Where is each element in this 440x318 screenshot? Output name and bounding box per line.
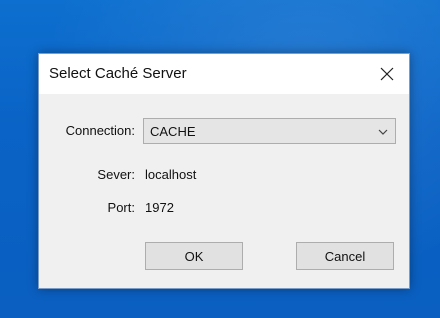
connection-label: Connection: — [65, 123, 135, 138]
select-server-dialog: Select Caché Server Connection: CACHE Se… — [38, 53, 410, 289]
close-icon — [380, 67, 394, 81]
port-label: Port: — [107, 200, 135, 215]
server-value: localhost — [145, 167, 197, 182]
dialog-title: Select Caché Server — [49, 65, 187, 82]
close-button[interactable] — [365, 54, 409, 94]
chevron-down-icon — [378, 129, 388, 135]
dialog-body: Connection: CACHE Sever: localhost Port:… — [39, 94, 409, 288]
dialog-titlebar[interactable]: Select Caché Server — [39, 54, 409, 94]
connection-dropdown[interactable]: CACHE — [143, 118, 396, 144]
connection-selected-value: CACHE — [150, 124, 196, 139]
cancel-button[interactable]: Cancel — [296, 242, 394, 270]
ok-button[interactable]: OK — [145, 242, 243, 270]
server-label: Sever: — [97, 167, 135, 182]
port-value: 1972 — [145, 200, 174, 215]
